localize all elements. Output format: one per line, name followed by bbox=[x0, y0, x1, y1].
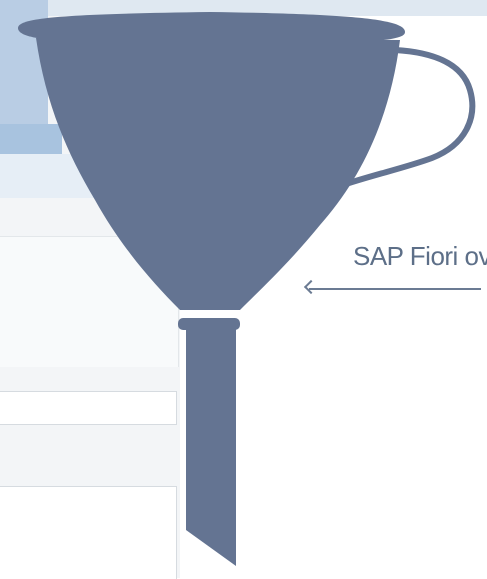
annotation-label: SAP Fiori ov bbox=[353, 241, 487, 271]
annotation-arrow-line bbox=[309, 288, 481, 290]
funnel-stem bbox=[186, 326, 236, 566]
funnel-cone bbox=[36, 38, 400, 310]
